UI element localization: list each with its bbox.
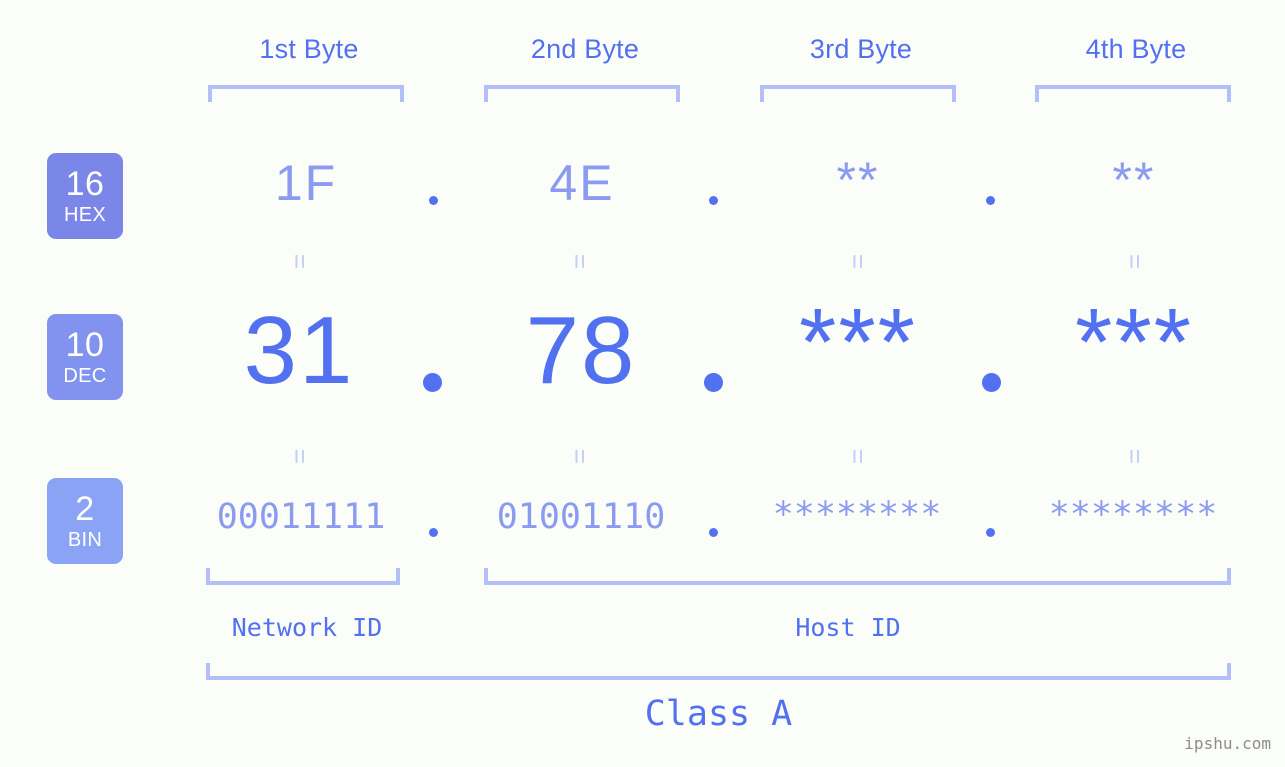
bin-byte-1: 00011111 (216, 497, 386, 537)
byte-header-1: 1st Byte (259, 34, 359, 64)
dec-dot-1 (423, 373, 442, 392)
radix-badge-bin: 2 BIN (47, 478, 123, 564)
byte-header-2: 2nd Byte (530, 34, 640, 64)
equals-mark-dec-bin-4: = (1120, 448, 1150, 464)
ip-byte-breakdown-diagram: 1st Byte 2nd Byte 3rd Byte 4th Byte 16 H… (0, 0, 1285, 767)
bin-byte-2: 01001110 (496, 497, 666, 537)
byte-bracket-top-2 (484, 85, 680, 102)
dec-byte-3: *** (798, 289, 918, 396)
dec-dot-3 (982, 373, 1001, 392)
bin-dot-3 (986, 528, 995, 537)
equals-mark-dec-bin-1: = (285, 448, 315, 464)
dec-byte-2: 78 (525, 297, 637, 404)
radix-badge-hex-name: HEX (63, 204, 107, 226)
hex-byte-4: ** (1112, 152, 1156, 208)
class-bracket (206, 663, 1231, 680)
hex-dot-1 (429, 196, 438, 205)
bin-byte-3: ******** (772, 495, 942, 535)
equals-mark-hex-dec-4: = (1120, 253, 1150, 269)
hex-byte-1: 1F (274, 155, 338, 211)
radix-badge-bin-name: BIN (67, 529, 103, 551)
hex-byte-3: ** (836, 152, 880, 208)
class-label: Class A (644, 694, 793, 734)
byte-bracket-top-1 (208, 85, 404, 102)
network-id-label: Network ID (231, 613, 383, 642)
dec-dot-2 (704, 373, 723, 392)
equals-mark-dec-bin-3: = (843, 448, 873, 464)
equals-mark-hex-dec-1: = (285, 253, 315, 269)
hex-dot-2 (709, 196, 718, 205)
byte-bracket-top-3 (760, 85, 956, 102)
radix-badge-dec-number: 10 (65, 326, 105, 364)
bin-dot-1 (429, 528, 438, 537)
site-watermark: ipshu.com (1184, 734, 1271, 753)
network-id-bracket (206, 568, 400, 585)
hex-byte-2: 4E (549, 155, 615, 211)
radix-badge-dec: 10 DEC (47, 314, 123, 400)
radix-badge-bin-number: 2 (75, 490, 95, 528)
bin-dot-2 (709, 528, 718, 537)
dec-byte-1: 31 (243, 297, 355, 404)
byte-header-4: 4th Byte (1085, 34, 1187, 64)
byte-header-3: 3rd Byte (809, 34, 913, 64)
equals-mark-dec-bin-2: = (565, 448, 595, 464)
radix-badge-hex-number: 16 (65, 165, 105, 203)
hex-dot-3 (986, 196, 995, 205)
host-id-label: Host ID (795, 613, 901, 642)
bin-byte-4: ******** (1048, 495, 1218, 535)
radix-badge-hex: 16 HEX (47, 153, 123, 239)
equals-mark-hex-dec-2: = (565, 253, 595, 269)
host-id-bracket (484, 568, 1231, 585)
byte-bracket-top-4 (1035, 85, 1231, 102)
radix-badge-dec-name: DEC (63, 365, 107, 387)
equals-mark-hex-dec-3: = (843, 253, 873, 269)
dec-byte-4: *** (1074, 289, 1194, 396)
